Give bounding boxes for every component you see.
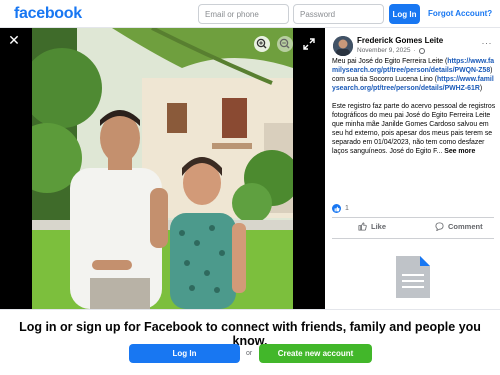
caption-text: Meu pai José do Egito Ferreira Leite ( (332, 58, 448, 65)
see-more-link[interactable]: See more (444, 148, 475, 155)
or-separator: or (246, 350, 253, 357)
post-photo (32, 28, 293, 309)
login-button[interactable]: Log In (389, 4, 420, 24)
login-button-bottom[interactable]: Log In (129, 344, 240, 363)
divider (332, 238, 494, 239)
like-button[interactable]: Like (358, 222, 386, 231)
post-panel: Frederick Gomes Leite November 9, 2025 ·… (325, 28, 500, 309)
zoom-out-icon[interactable] (277, 36, 293, 52)
password-field[interactable] (293, 4, 384, 24)
post-date[interactable]: November 9, 2025 (357, 47, 410, 54)
separator-dot: · (413, 47, 416, 54)
caption-text: ) (479, 85, 483, 92)
reaction-count: 1 (345, 205, 349, 212)
comment-icon (435, 222, 444, 231)
thumbs-up-icon (358, 222, 367, 231)
create-account-button[interactable]: Create new account (259, 344, 372, 363)
close-icon[interactable]: ✕ (6, 32, 22, 48)
comment-button[interactable]: Comment (435, 222, 483, 231)
signup-prompt: Log in or sign up for Facebook to connec… (19, 320, 481, 348)
signup-banner: Log in or sign up for Facebook to connec… (0, 309, 500, 375)
zoom-in-icon[interactable] (254, 36, 270, 52)
document-icon (396, 256, 430, 298)
photo-viewer: ✕ (0, 28, 325, 309)
post-caption: Meu pai José do Egito Ferreira Leite (ht… (332, 57, 496, 165)
caption-paragraph-1: Meu pai José do Egito Ferreira Leite (ht… (332, 57, 496, 93)
post-meta: November 9, 2025 · (357, 47, 425, 54)
like-reaction-icon (332, 204, 341, 213)
globe-icon (418, 47, 425, 54)
more-options-icon[interactable]: ··· (482, 38, 493, 48)
facebook-logo[interactable]: facebook (14, 5, 82, 23)
email-field[interactable] (198, 4, 289, 24)
forgot-account-link[interactable]: Forgot Account? (428, 9, 492, 18)
post-author[interactable]: Frederick Gomes Leite (357, 36, 443, 45)
fullscreen-icon[interactable] (302, 37, 316, 51)
comment-label: Comment (448, 222, 483, 231)
reaction-summary[interactable]: 1 (332, 204, 349, 213)
top-bar: facebook Log In Forgot Account? (0, 0, 500, 28)
caption-paragraph-2: Este registro faz parte do acervo pessoa… (332, 102, 496, 156)
like-label: Like (371, 222, 387, 231)
divider (332, 217, 494, 218)
avatar[interactable] (333, 36, 353, 56)
